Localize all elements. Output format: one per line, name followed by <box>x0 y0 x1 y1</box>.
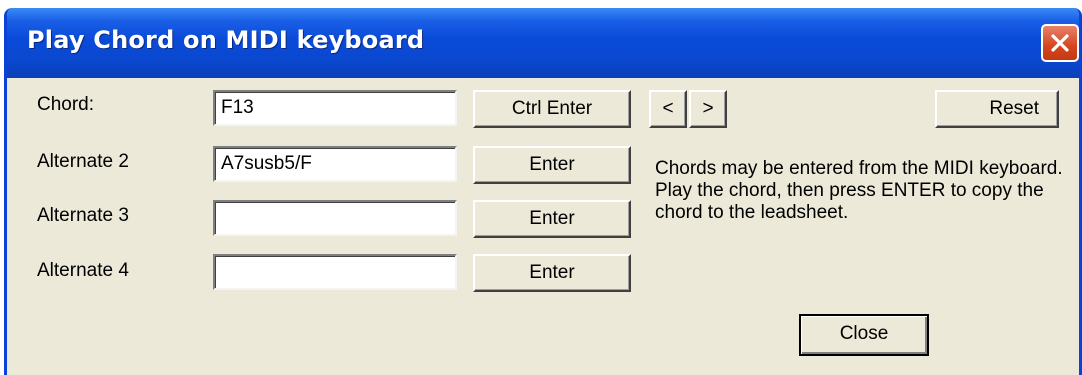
close-icon <box>1051 34 1069 52</box>
alternate-3-label: Alternate 3 <box>37 205 129 226</box>
alternate-2-label: Alternate 2 <box>37 151 129 172</box>
reset-button[interactable]: Reset <box>935 90 1059 128</box>
alternate-2-enter-button[interactable]: Enter <box>473 146 631 184</box>
dialog-window: Play Chord on MIDI keyboard Chord: F13 C… <box>4 8 1082 375</box>
alternate-4-enter-button[interactable]: Enter <box>473 254 631 292</box>
ctrl-enter-button[interactable]: Ctrl Enter <box>473 90 631 128</box>
dialog-title: Play Chord on MIDI keyboard <box>27 26 425 54</box>
alternate-3-input[interactable] <box>213 200 457 236</box>
help-text: Chords may be entered from the MIDI keyb… <box>655 158 1063 223</box>
close-window-button[interactable] <box>1041 24 1079 62</box>
close-button[interactable]: Close <box>799 314 929 356</box>
next-button[interactable]: > <box>689 90 727 128</box>
alternate-4-input[interactable] <box>213 254 457 290</box>
chord-label: Chord: <box>37 94 95 115</box>
alternate-2-input[interactable]: A7susb5/F <box>213 146 457 182</box>
previous-button[interactable]: < <box>649 90 687 128</box>
alternate-4-label: Alternate 4 <box>37 260 129 281</box>
alternate-3-enter-button[interactable]: Enter <box>473 200 631 238</box>
title-bar[interactable]: Play Chord on MIDI keyboard <box>7 8 1079 78</box>
chord-input[interactable]: F13 <box>213 90 457 126</box>
